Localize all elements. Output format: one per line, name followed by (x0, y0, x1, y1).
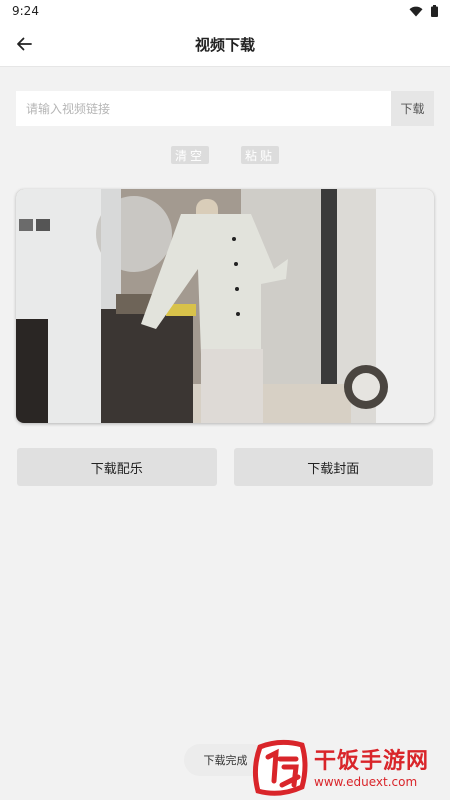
wifi-icon (409, 6, 423, 17)
clear-button[interactable]: 清空 (170, 146, 209, 164)
battery-icon (431, 5, 438, 17)
video-url-input[interactable] (16, 91, 391, 126)
download-button[interactable]: 下载 (391, 91, 434, 126)
download-actions: 下载配乐 下载封面 (17, 448, 433, 486)
status-time: 9:24 (12, 4, 39, 18)
url-row: 下载 (16, 91, 434, 126)
fan-logo-icon (252, 739, 308, 796)
watermark-url: www.eduext.com (314, 775, 418, 789)
paste-button[interactable]: 粘贴 (241, 146, 280, 164)
arrow-left-icon (17, 37, 32, 51)
app-bar: 视频下载 (0, 22, 450, 67)
video-preview[interactable] (16, 189, 434, 423)
status-bar: 9:24 (0, 0, 450, 22)
video-thumbnail (16, 189, 434, 423)
back-button[interactable] (10, 30, 38, 58)
watermark-brand: 干饭手游网 (314, 749, 430, 774)
page-title: 视频下载 (194, 35, 255, 54)
action-chips: 清空 粘贴 (0, 146, 450, 164)
download-music-button[interactable]: 下载配乐 (17, 448, 217, 486)
status-icons (409, 5, 438, 17)
download-cover-button[interactable]: 下载封面 (233, 448, 433, 486)
watermark: 干饭手游网 www.eduext.com (250, 738, 446, 800)
watermark-text: 干饭手游网 www.eduext.com (314, 749, 429, 789)
